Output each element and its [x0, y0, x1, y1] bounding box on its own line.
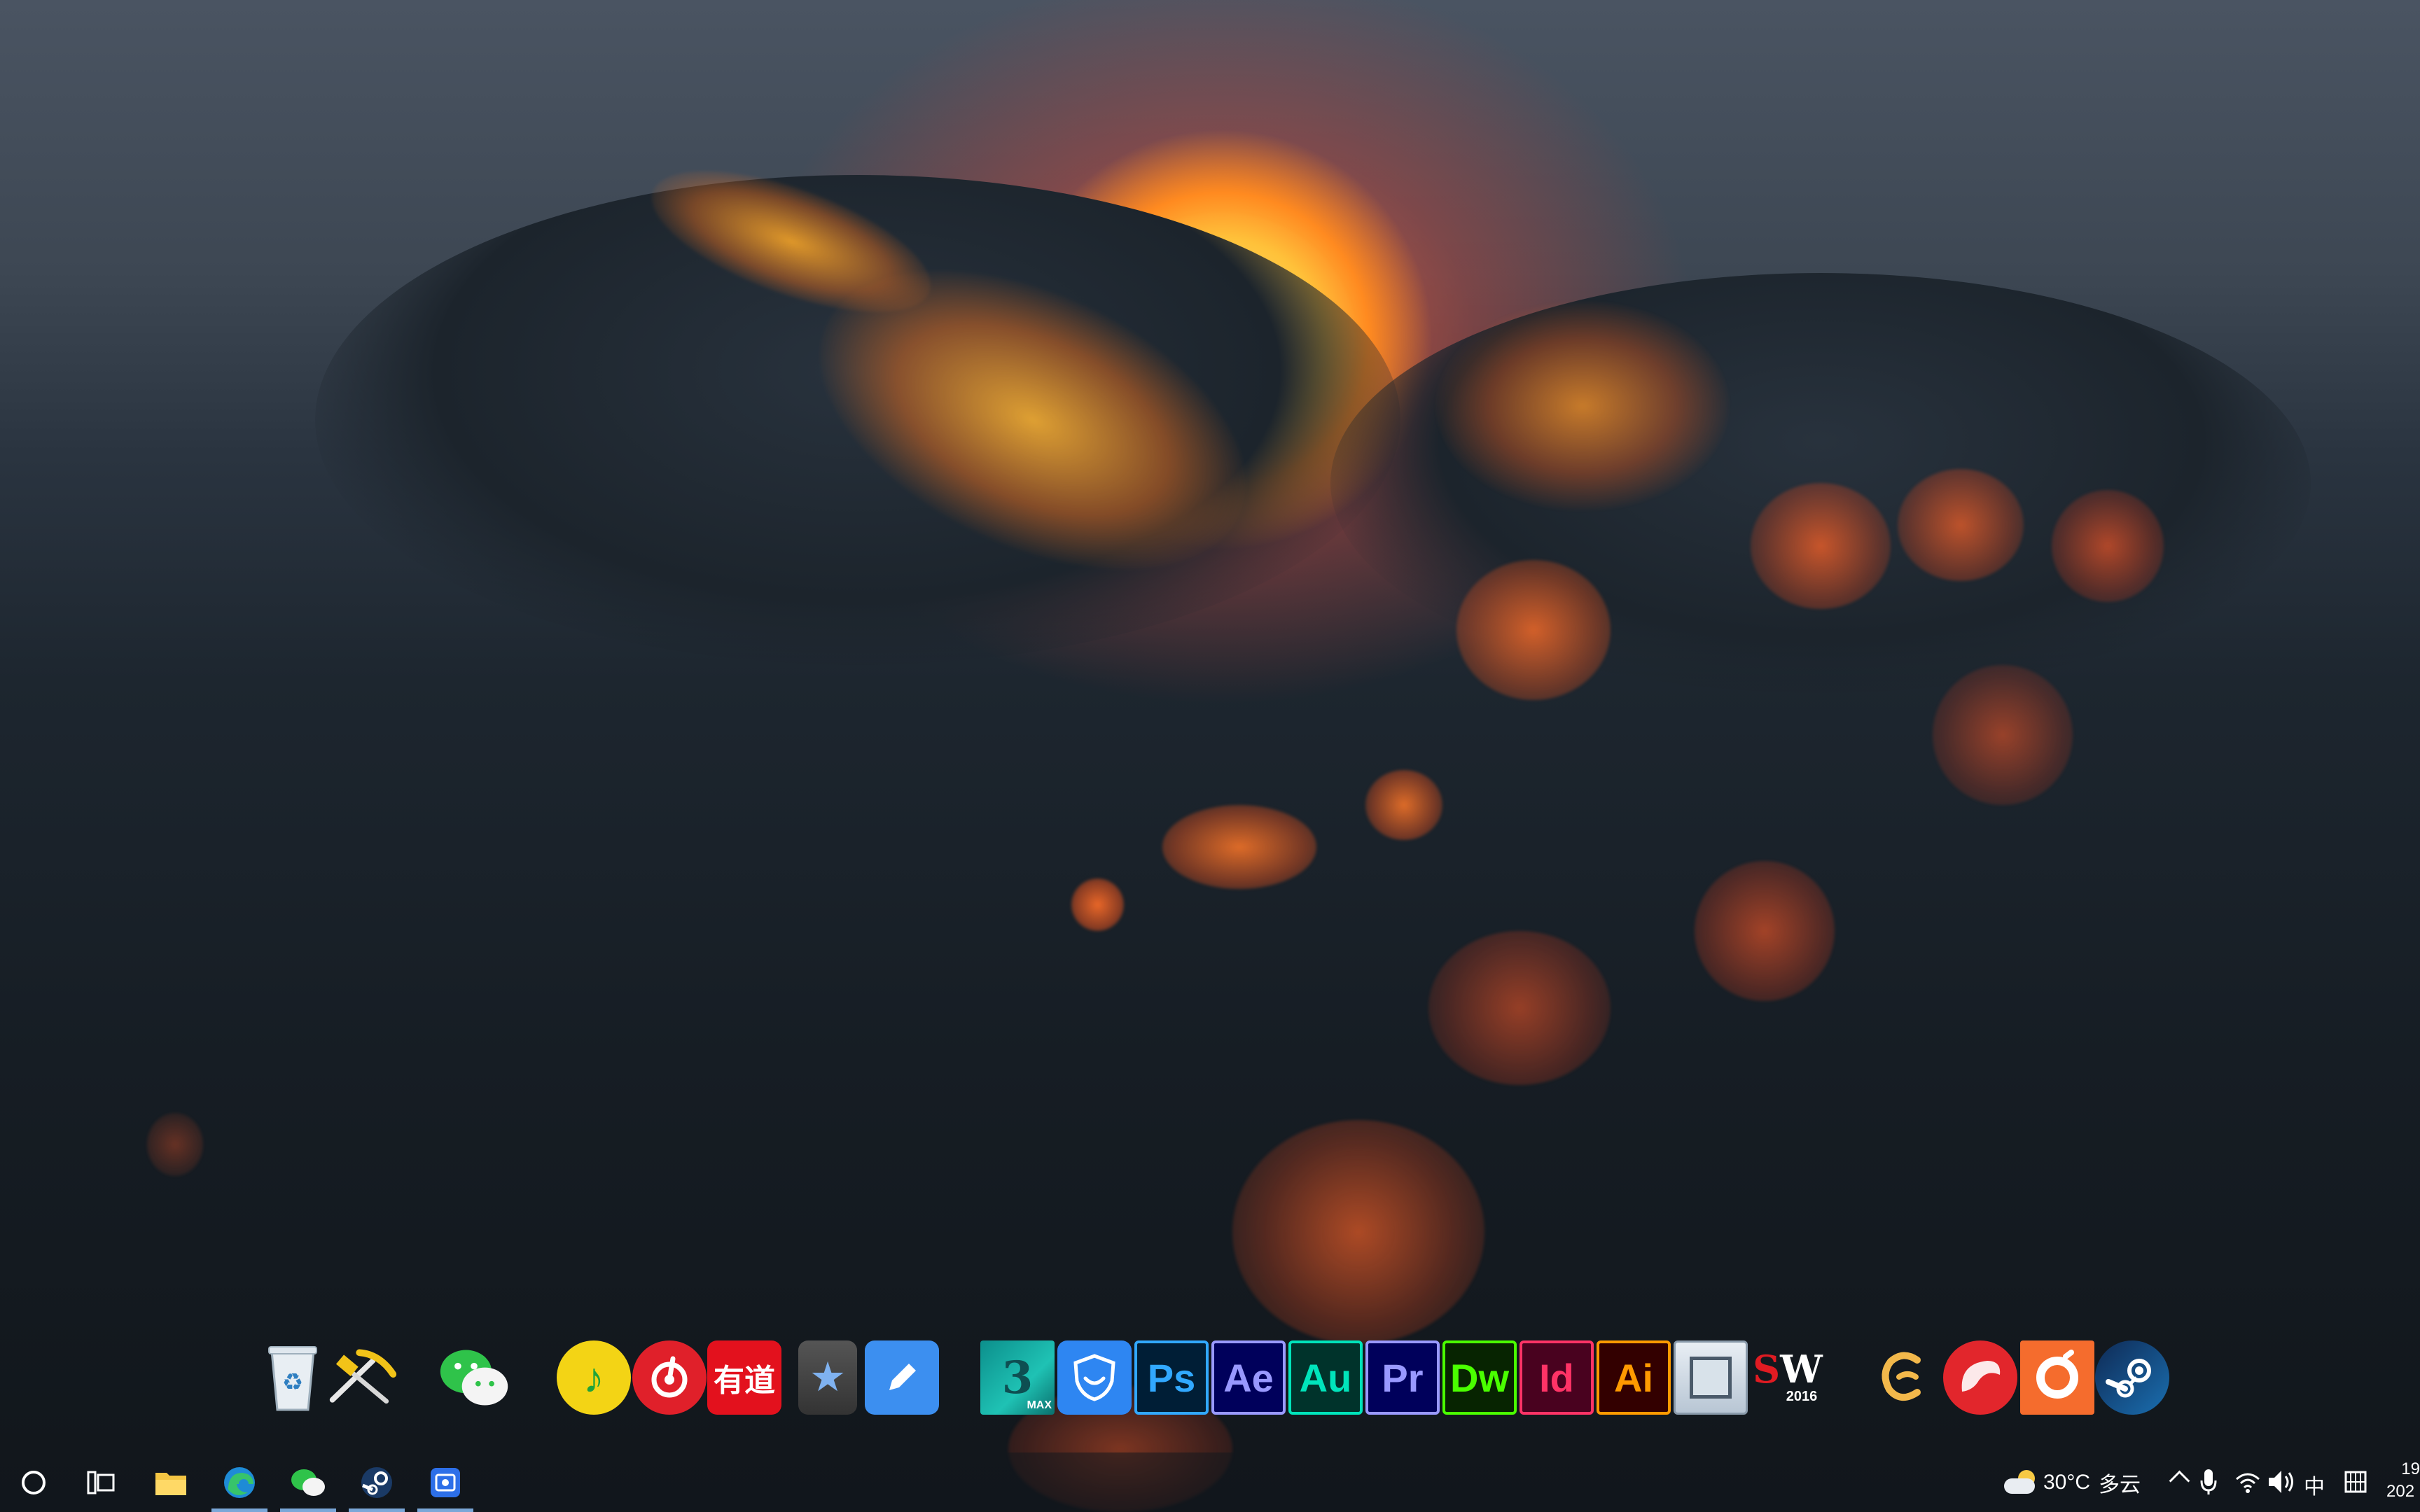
volume-icon[interactable] — [2267, 1469, 2295, 1494]
wechat-taskbar-button[interactable] — [274, 1452, 342, 1512]
window-icon[interactable] — [1674, 1340, 1748, 1415]
3ds-max-label: MAX — [1027, 1399, 1052, 1411]
premiere-icon[interactable]: Pr — [1365, 1340, 1440, 1415]
bokeh — [1428, 931, 1611, 1085]
bokeh — [2052, 490, 2164, 602]
shield-smile-icon[interactable] — [1057, 1340, 1132, 1415]
audition-label: Au — [1299, 1355, 1352, 1400]
indesign-label: Id — [1539, 1355, 1574, 1400]
audition-icon[interactable]: Au — [1288, 1340, 1363, 1415]
after-effects-label: Ae — [1223, 1355, 1274, 1400]
task-view-icon — [87, 1471, 115, 1494]
origin-icon[interactable] — [2020, 1340, 2094, 1415]
microphone-icon[interactable] — [2200, 1468, 2217, 1496]
search-button[interactable] — [0, 1452, 67, 1512]
ge-icon[interactable] — [1866, 1340, 1940, 1415]
desktop: ♻ ♪ 有道 ★ 3 MAX Ps Ae Au Pr Dw Id Ai SW 2… — [0, 0, 2420, 1512]
task-view-button[interactable] — [67, 1452, 134, 1512]
bokeh — [1695, 861, 1835, 1001]
3ds-max-icon[interactable]: 3 MAX — [980, 1340, 1055, 1415]
stars-icon[interactable]: ★ — [798, 1340, 857, 1415]
bokeh — [1162, 805, 1316, 889]
system-tray: 30°C 多云 中 19 202 — [2003, 1452, 2420, 1512]
illustrator-label: Ai — [1614, 1355, 1653, 1400]
pen-icon[interactable] — [865, 1340, 939, 1415]
bokeh — [1071, 878, 1124, 931]
youdao-icon[interactable]: 有道 — [707, 1340, 781, 1415]
highlight — [1435, 301, 1730, 511]
qq-music-icon[interactable]: ♪ — [557, 1340, 631, 1415]
weather-desc: 多云 — [2099, 1473, 2141, 1497]
bokeh — [1365, 770, 1442, 840]
hammer-pickaxe-icon[interactable] — [326, 1340, 400, 1415]
bokeh — [1456, 560, 1611, 700]
clock-date: 202 — [2386, 1482, 2415, 1501]
illustrator-icon[interactable]: Ai — [1597, 1340, 1671, 1415]
photoshop-icon[interactable]: Ps — [1134, 1340, 1209, 1415]
bokeh — [1751, 483, 1891, 609]
recycle-bin-icon[interactable]: ♻ — [256, 1340, 330, 1415]
cloud-icon — [2003, 1469, 2038, 1497]
netease-cloud-music-icon[interactable] — [632, 1340, 707, 1415]
screen-capture-button[interactable] — [412, 1452, 479, 1512]
photoshop-label: Ps — [1147, 1355, 1196, 1400]
dreamweaver-icon[interactable]: Dw — [1442, 1340, 1517, 1415]
weather-widget[interactable]: 30°C 多云 — [2003, 1452, 2141, 1512]
bokeh — [1933, 665, 2073, 805]
bokeh — [1232, 1120, 1484, 1344]
dreamweaver-label: Dw — [1450, 1355, 1509, 1400]
solidworks-year: 2016 — [1786, 1389, 1818, 1404]
ime-indicator[interactable]: 中 — [2304, 1469, 2325, 1500]
dolphin-icon[interactable] — [1943, 1340, 2017, 1415]
steam-icon[interactable] — [2095, 1340, 2169, 1415]
wallpaper — [0, 0, 2420, 1512]
bokeh — [147, 1113, 203, 1176]
indesign-icon[interactable]: Id — [1520, 1340, 1594, 1415]
solidworks-icon[interactable]: SW 2016 — [1751, 1340, 1825, 1415]
chevron-up-icon[interactable] — [2169, 1470, 2190, 1492]
svg-text:♻: ♻ — [282, 1368, 303, 1396]
folder-icon — [155, 1472, 186, 1495]
wifi-icon[interactable] — [2235, 1469, 2260, 1494]
ime-mode-icon[interactable] — [2344, 1471, 2367, 1493]
clock-time: 19 — [2401, 1460, 2420, 1478]
search-circle-icon — [22, 1470, 46, 1494]
weather-temp: 30°C — [2043, 1470, 2091, 1494]
clock[interactable]: 19 202 — [2386, 1458, 2420, 1508]
taskbar: 30°C 多云 中 19 202 — [0, 1452, 2420, 1512]
steam-icon — [361, 1466, 392, 1498]
capture-icon — [431, 1467, 460, 1497]
wechat-icon[interactable] — [438, 1340, 512, 1415]
after-effects-icon[interactable]: Ae — [1211, 1340, 1286, 1415]
steam-taskbar-button[interactable] — [343, 1452, 410, 1512]
file-explorer-button[interactable] — [137, 1452, 204, 1512]
youdao-label: 有道 — [714, 1364, 775, 1398]
bokeh — [1898, 469, 2024, 581]
premiere-label: Pr — [1382, 1355, 1424, 1400]
edge-icon — [224, 1466, 255, 1498]
wechat-icon — [291, 1469, 325, 1496]
edge-button[interactable] — [206, 1452, 273, 1512]
